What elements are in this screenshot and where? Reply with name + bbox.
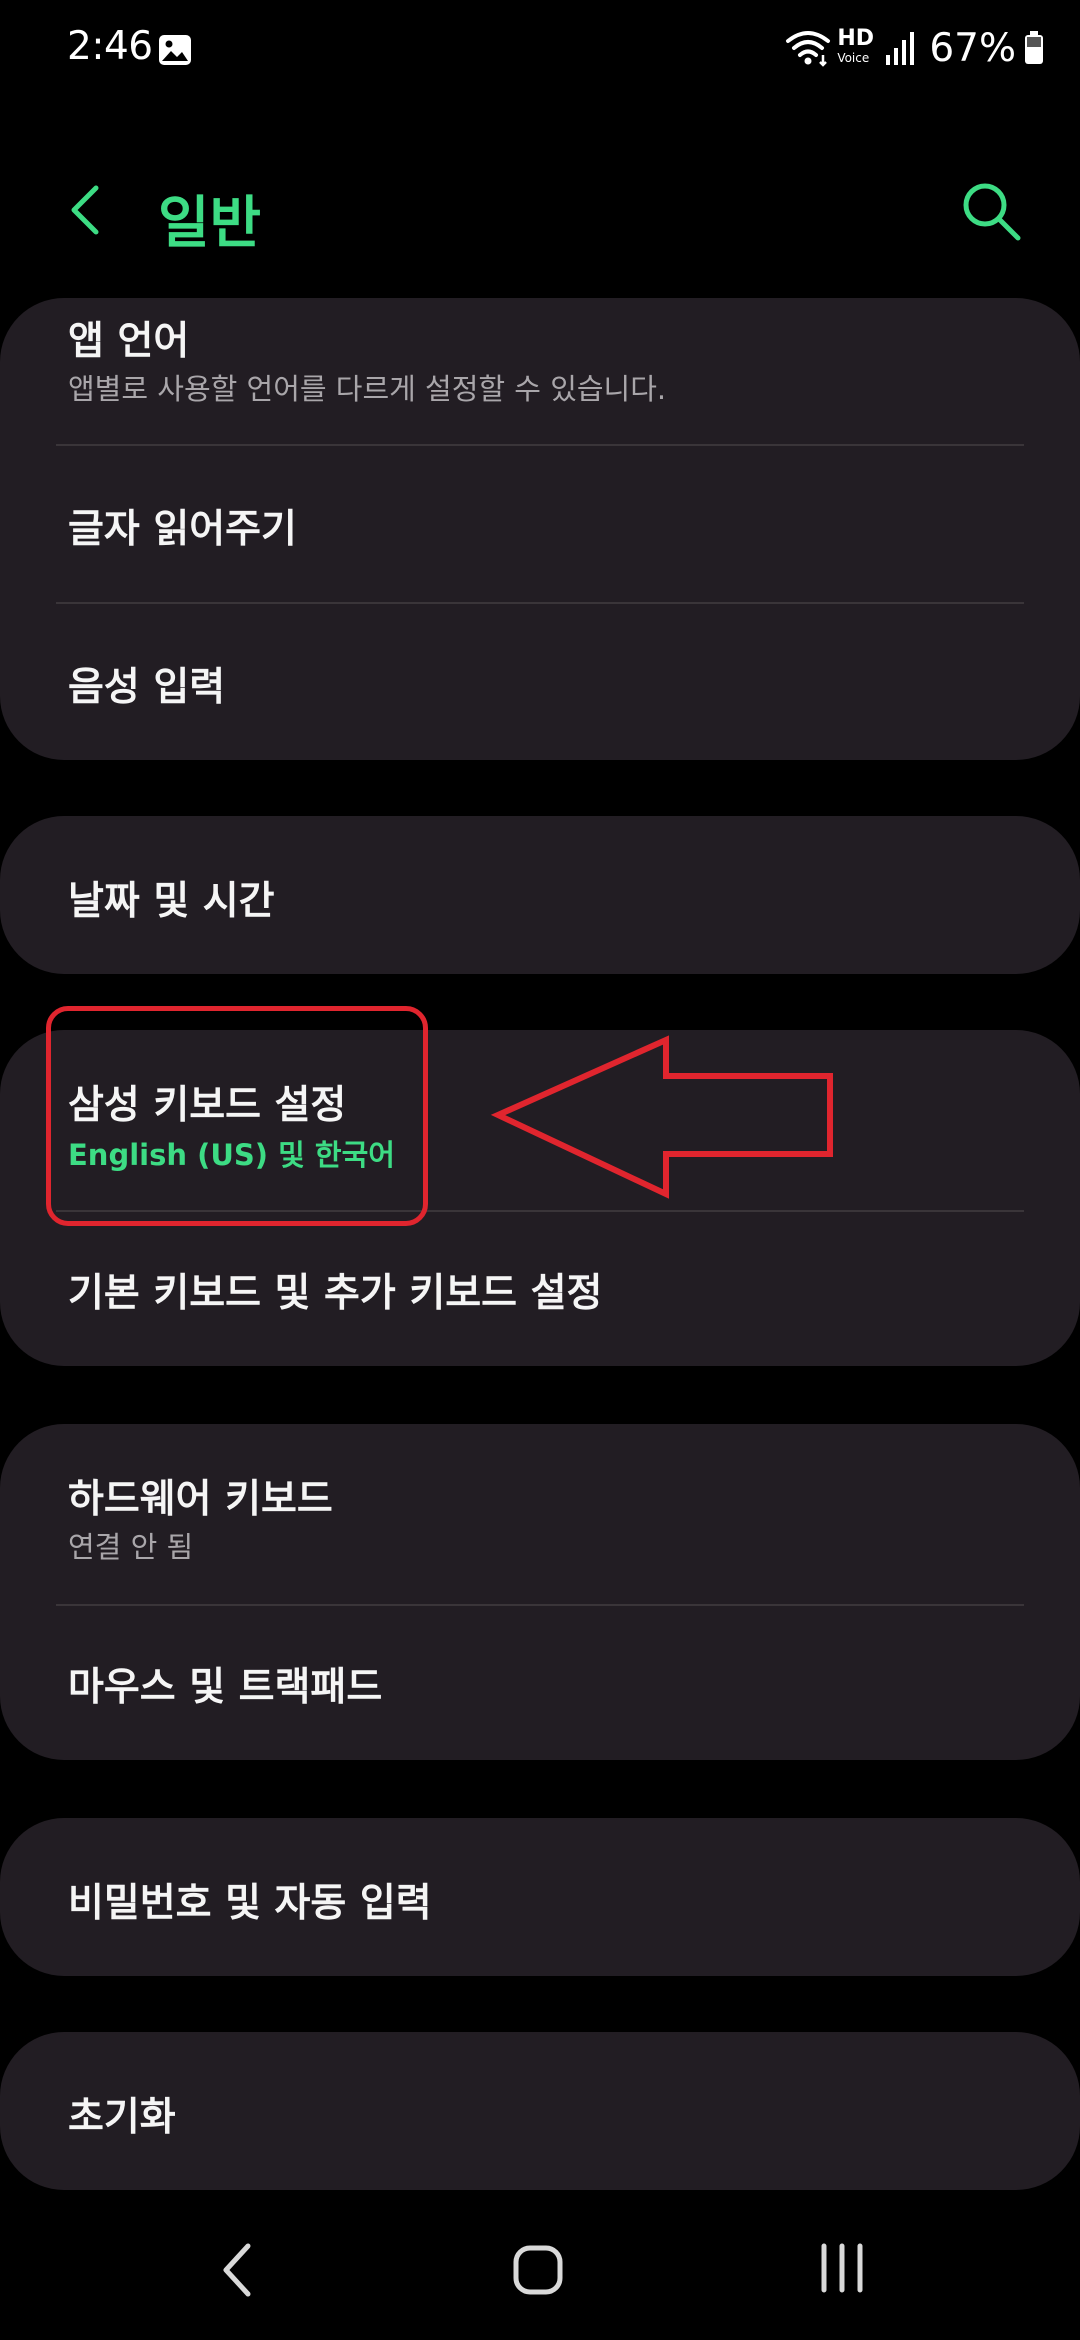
hardware-keyboard-item[interactable]: 하드웨어 키보드 연결 안 됨	[0, 1424, 1080, 1604]
status-icons: HD Voice 67%	[785, 25, 1044, 71]
date-time-card: 날짜 및 시간	[0, 816, 1080, 974]
text-to-speech-item[interactable]: 글자 읽어주기	[0, 446, 1080, 602]
photo-icon	[159, 35, 191, 65]
hardware-settings-card: 하드웨어 키보드 연결 안 됨 마우스 및 트랙패드	[0, 1424, 1080, 1760]
voice-input-item[interactable]: 음성 입력	[0, 604, 1080, 760]
password-autofill-title: 비밀번호 및 자동 입력	[68, 1881, 432, 1926]
settings-screen: 2:46 HD Voice 67% 일반 앱 언어 앱별로 사용할 언어를 다르…	[0, 0, 1080, 2340]
app-language-subtitle: 앱별로 사용할 언어를 다르게 설정할 수 있습니다.	[68, 372, 667, 406]
reset-item[interactable]: 초기화	[0, 2032, 1080, 2190]
navigation-bar	[0, 2220, 1080, 2340]
page-title: 일반	[158, 191, 262, 256]
home-icon[interactable]	[512, 2244, 564, 2296]
hardware-keyboard-subtitle: 연결 안 됨	[68, 1530, 194, 1564]
text-to-speech-title: 글자 읽어주기	[68, 507, 297, 552]
app-header: 일반	[0, 150, 1080, 270]
search-icon[interactable]	[958, 178, 1024, 244]
voice-input-title: 음성 입력	[68, 665, 226, 710]
reset-title: 초기화	[68, 2095, 176, 2140]
mouse-trackpad-item[interactable]: 마우스 및 트랙패드	[0, 1606, 1080, 1760]
mouse-trackpad-title: 마우스 및 트랙패드	[68, 1665, 383, 1710]
status-time: 2:46	[67, 24, 153, 69]
recents-icon[interactable]	[818, 2240, 866, 2296]
hd-label: HD	[837, 26, 874, 51]
date-time-item[interactable]: 날짜 및 시간	[0, 816, 1080, 974]
battery-icon	[1025, 31, 1043, 64]
wifi-icon	[786, 31, 831, 67]
date-time-title: 날짜 및 시간	[68, 879, 275, 924]
hd-voice-icon: HD Voice	[837, 28, 877, 68]
reset-card: 초기화	[0, 2032, 1080, 2190]
default-keyboard-item[interactable]: 기본 키보드 및 추가 키보드 설정	[0, 1212, 1080, 1366]
password-autofill-card: 비밀번호 및 자동 입력	[0, 1818, 1080, 1976]
hardware-keyboard-title: 하드웨어 키보드	[68, 1477, 333, 1522]
password-autofill-item[interactable]: 비밀번호 및 자동 입력	[0, 1818, 1080, 1976]
language-settings-card: 앱 언어 앱별로 사용할 언어를 다르게 설정할 수 있습니다. 글자 읽어주기…	[0, 298, 1080, 760]
app-language-item[interactable]: 앱 언어 앱별로 사용할 언어를 다르게 설정할 수 있습니다.	[0, 298, 1080, 444]
left-arrow	[490, 1035, 833, 1199]
back-icon[interactable]	[218, 2240, 258, 2300]
voice-label: Voice	[837, 51, 870, 65]
highlight-box	[46, 1006, 428, 1226]
back-arrow-icon[interactable]	[58, 180, 118, 240]
battery-percent: 67%	[929, 25, 1016, 71]
status-bar: 2:46 HD Voice 67%	[0, 0, 1080, 96]
app-language-title: 앱 언어	[68, 319, 190, 364]
signal-icon	[886, 32, 915, 65]
default-keyboard-title: 기본 키보드 및 추가 키보드 설정	[68, 1271, 603, 1316]
